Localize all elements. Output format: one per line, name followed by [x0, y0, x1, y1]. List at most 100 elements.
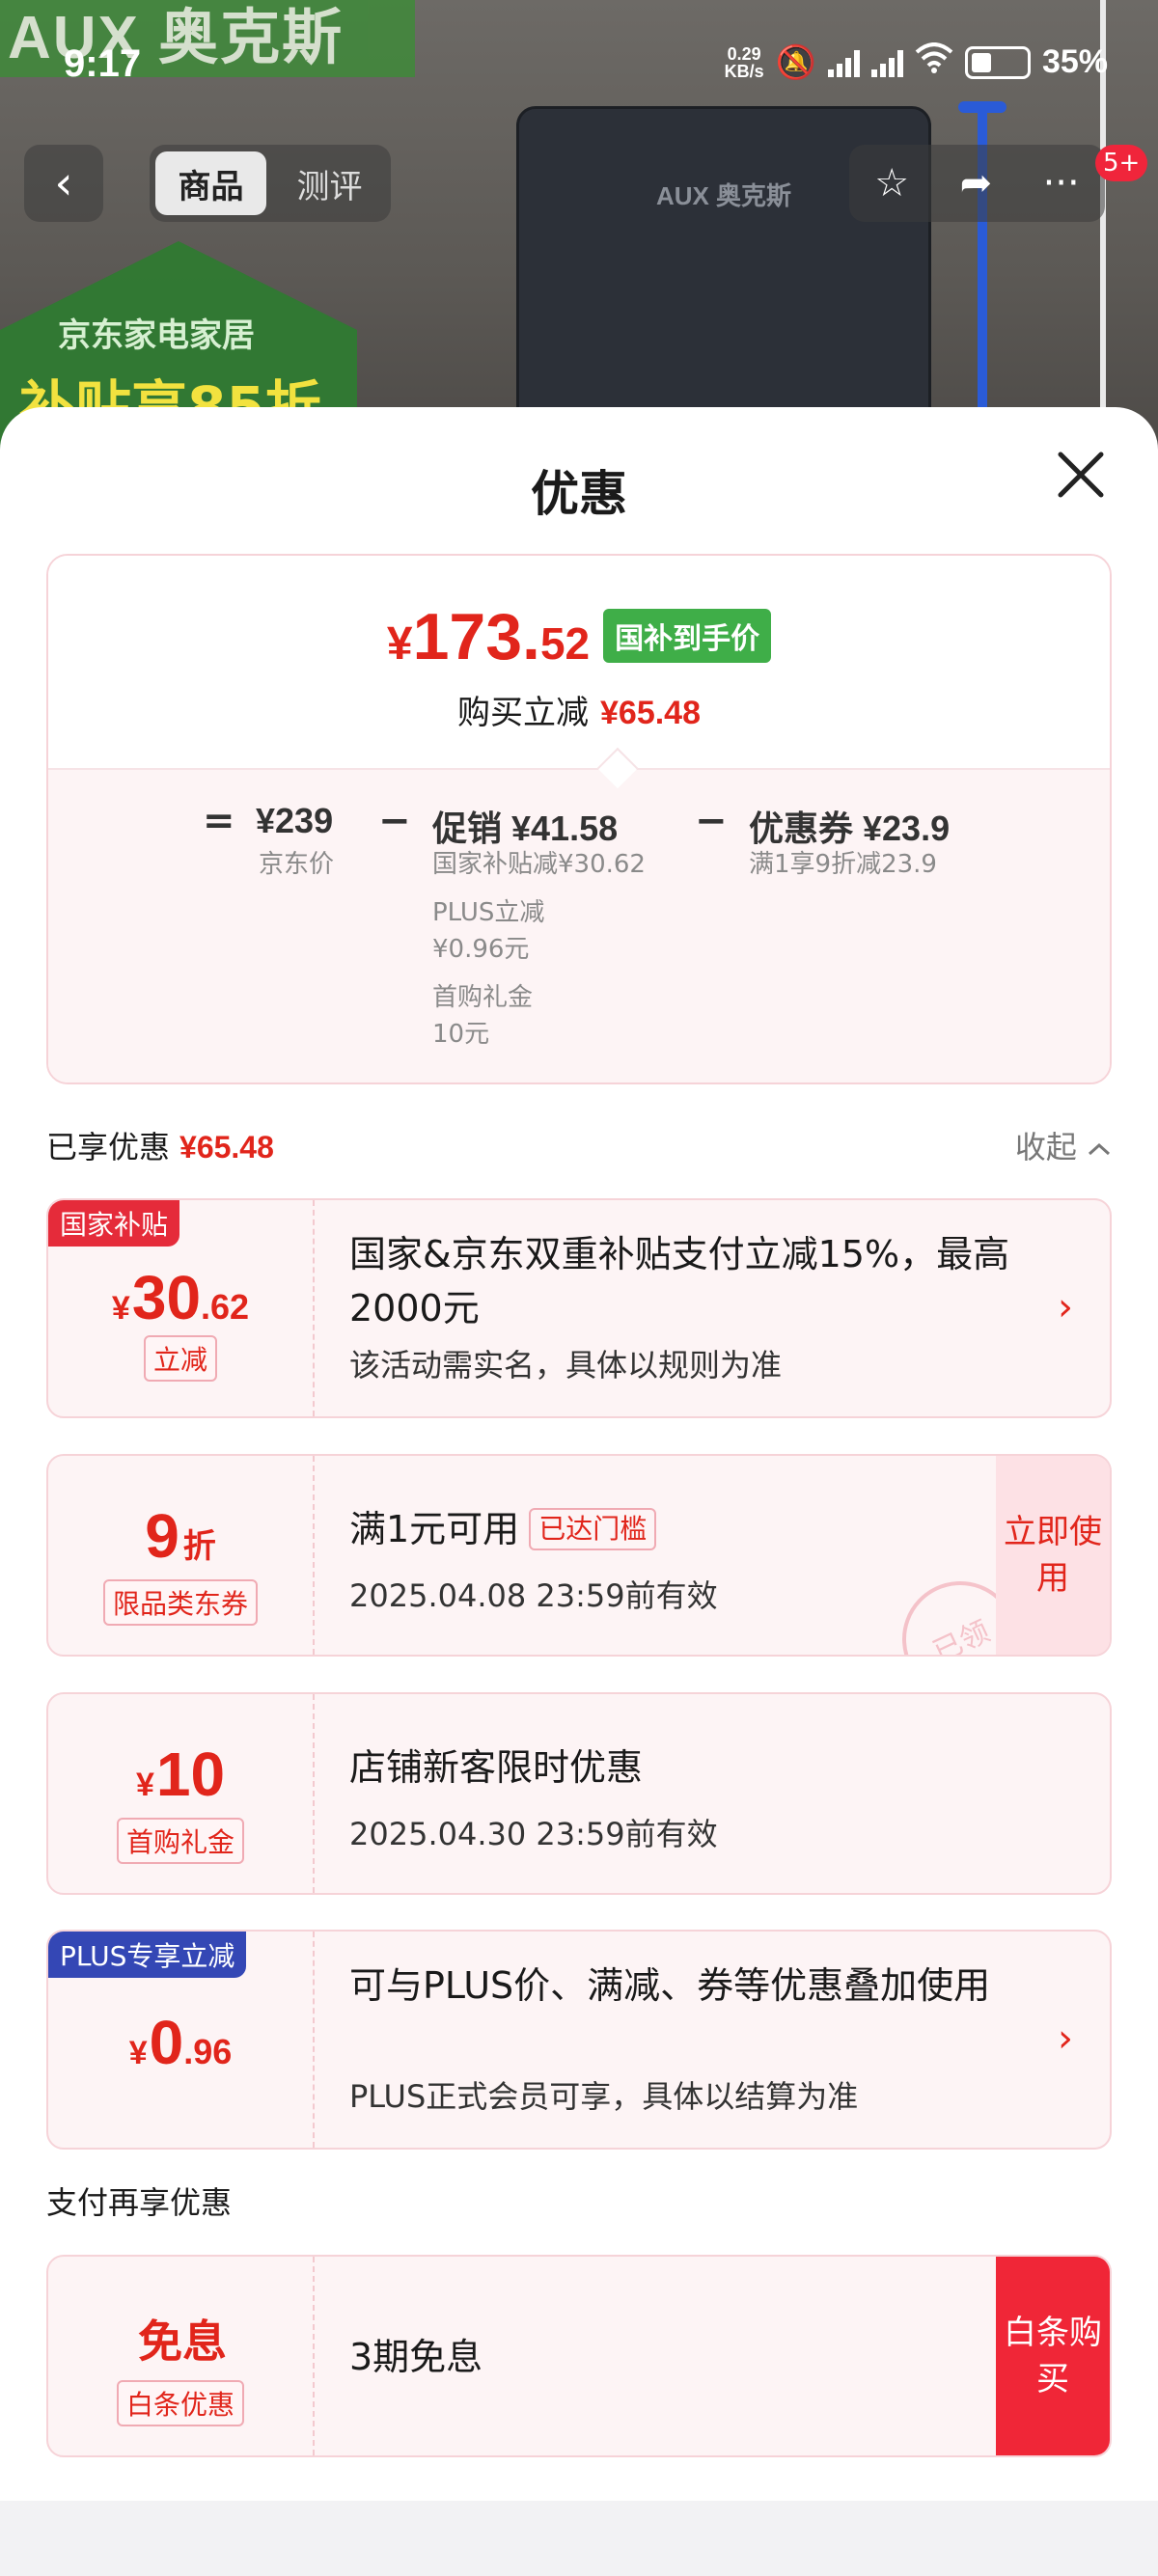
- message-badge: 5+: [1095, 145, 1148, 181]
- reduce-line: 购买立减 ¥65.48: [48, 686, 1110, 733]
- coupon-badge: 限品类东券: [48, 1579, 313, 1626]
- wifi-icon: [915, 42, 953, 82]
- interest-free-label: 免息: [138, 2316, 227, 2367]
- tab-product[interactable]: 商品: [155, 151, 266, 215]
- close-icon: [1058, 452, 1104, 498]
- minus-sign-2: −: [695, 799, 728, 843]
- coupon-currency: ¥: [111, 1290, 130, 1327]
- coupon-title-text: 满1元可用: [349, 1508, 520, 1550]
- back-button[interactable]: ‹: [24, 145, 103, 222]
- final-price: ¥ 173. 52: [387, 599, 590, 674]
- chevron-right-icon: ›: [1058, 1285, 1073, 1329]
- coupon-baitiao[interactable]: 免息 白条优惠 3期免息 白条购买: [46, 2255, 1112, 2457]
- coupon-unit: 折: [182, 1528, 216, 1565]
- nav-actions: ☆ ➦ ···: [849, 145, 1105, 222]
- coupon-desc: 2025.04.30 23:59前有效: [349, 1816, 718, 1852]
- price-summary-top: ¥ 173. 52 国补到手价 购买立减 ¥65.48: [48, 556, 1110, 768]
- price-breakdown: = ¥239 京东价 − 促销 ¥41.58 国家补贴减¥30.62 PLUS立…: [48, 768, 1110, 1082]
- jd-price: ¥239: [256, 801, 334, 840]
- status-time: 9:17: [64, 42, 142, 85]
- corner-tag-plus: PLUS专享立减: [48, 1932, 247, 1978]
- price-summary-card: ¥ 173. 52 国补到手价 购买立减 ¥65.48 = ¥239 京东价 − …: [46, 554, 1112, 1084]
- coupon-amount: ¥ 10: [48, 1739, 313, 1810]
- promo-line-subsidy: 国家补贴减¥30.62: [432, 850, 646, 879]
- coupon-badge: 首购礼金: [48, 1818, 313, 1864]
- star-icon[interactable]: ☆: [874, 161, 909, 206]
- coupon-national-subsidy[interactable]: ¥ 30 .62 立减 国家补贴 国家&京东双重补贴支付立减15%，最高2000…: [46, 1198, 1112, 1418]
- coupon-value: 优惠券 ¥23.9: [749, 808, 951, 848]
- close-button[interactable]: [1052, 451, 1110, 508]
- pay-section-heading: 支付再享优惠: [46, 2184, 233, 2221]
- use-now-button[interactable]: 立即使用: [996, 1456, 1110, 1655]
- corner-tag-subsidy: 国家补贴: [48, 1200, 180, 1247]
- coupon-title: 3期免息: [349, 2336, 483, 2378]
- coupon-plus[interactable]: ¥ 0 .96 PLUS专享立减 可与PLUS价、满减、券等优惠叠加使用 PLU…: [46, 1930, 1112, 2150]
- coupon-desc: 2025.04.08 23:59前有效: [349, 1577, 718, 1614]
- mute-icon: 🔕: [775, 43, 816, 81]
- minus-sign-1: −: [378, 799, 411, 843]
- discount-sheet: 优惠 ¥ 173. 52 国补到手价 购买立减 ¥65.48 = ¥239 京东价…: [0, 407, 1158, 2576]
- enjoyed-value: ¥65.48: [179, 1130, 274, 1165]
- coupon-line: 满1享9折减23.9: [749, 850, 937, 879]
- coupon-badge-text: 限品类东券: [102, 1579, 258, 1626]
- network-speed-value: 0.29: [727, 43, 761, 64]
- final-price-line: ¥ 173. 52 国补到手价: [48, 599, 1110, 674]
- enjoyed-heading: 已享优惠 ¥65.48: [46, 1123, 274, 1167]
- coupon-amount-area: 免息 白条优惠: [48, 2257, 315, 2455]
- price-decimal: 52: [539, 618, 591, 669]
- coupon-amount: 免息: [48, 2307, 313, 2370]
- price-currency: ¥: [386, 618, 413, 670]
- threshold-reached-tag: 已达门槛: [529, 1508, 657, 1550]
- coupon-integer: 0: [149, 2008, 184, 2077]
- chevron-up-icon: [1087, 1129, 1112, 1165]
- subsidy-price-tag: 国补到手价: [603, 609, 772, 663]
- coupon-title: 满1元可用 已达门槛: [349, 1502, 984, 1556]
- coupon-integer: 30: [131, 1263, 202, 1332]
- enjoyed-label: 已享优惠: [46, 1129, 171, 1165]
- promo-line-gift: 首购礼金: [432, 983, 534, 1012]
- equals-sign: =: [203, 799, 235, 843]
- reduce-value: ¥65.48: [600, 695, 701, 731]
- promo-line-plus: PLUS立减: [432, 898, 545, 927]
- coupon-discount[interactable]: 9 折 限品类东券 满1元可用 已达门槛 2025.04.08 23:59前有效 …: [46, 1454, 1112, 1657]
- coupon-decimal: .96: [183, 2032, 233, 2071]
- jd-price-label: 京东价: [259, 850, 335, 879]
- promo-line-plus-amount: ¥0.96元: [432, 935, 530, 964]
- coupon-amount: ¥ 0 .96: [48, 2007, 313, 2078]
- status-icons: 0.29 KB/s 🔕 35%: [725, 42, 1108, 82]
- coupon-first-purchase[interactable]: ¥ 10 首购礼金 店铺新客限时优惠 2025.04.30 23:59前有效: [46, 1692, 1112, 1895]
- coupon-title: 国家&京东双重补贴支付立减15%，最高2000元: [349, 1233, 1010, 1329]
- coupon-integer: 10: [155, 1740, 226, 1809]
- battery-icon: [964, 45, 1031, 79]
- status-bar: 9:17 0.29 KB/s 🔕 35%: [0, 0, 1158, 135]
- tab-review[interactable]: 测评: [274, 151, 385, 215]
- signal-icon: [827, 48, 860, 77]
- network-speed: 0.29 KB/s: [725, 45, 764, 80]
- promo-value: 促销 ¥41.58: [432, 808, 619, 848]
- price-integer: 173.: [412, 600, 540, 673]
- coupon-title: 店铺新客限时优惠: [349, 1746, 644, 1789]
- coupon-decimal: .62: [201, 1287, 250, 1327]
- coupon-desc: PLUS正式会员可享，具体以结算为准: [349, 2078, 859, 2115]
- collapse-label: 收起: [1014, 1129, 1077, 1165]
- nav-tabs: 商品 测评: [150, 145, 391, 222]
- coupon-badge: 白条优惠: [48, 2380, 313, 2426]
- coupon-desc: 该活动需实名，具体以规则为准: [349, 1347, 783, 1384]
- coupon-badge: 立减: [48, 1335, 313, 1382]
- network-speed-unit: KB/s: [724, 61, 764, 81]
- signal-icon-2: [870, 48, 903, 77]
- coupon-amount-area: ¥ 10 首购礼金: [48, 1694, 315, 1893]
- coupon-currency: ¥: [128, 2035, 148, 2071]
- baitiao-buy-button[interactable]: 白条购买: [996, 2257, 1110, 2455]
- coupon-amount: ¥ 30 .62: [48, 1262, 313, 1333]
- coupon-badge-text: 白条优惠: [116, 2380, 244, 2426]
- coupon-title: 可与PLUS价、满减、券等优惠叠加使用: [349, 1964, 991, 2007]
- coupon-badge-text: 首购礼金: [116, 1818, 244, 1864]
- collapse-button[interactable]: 收起: [1015, 1123, 1112, 1167]
- promo-house-text: 京东家电家居: [58, 316, 255, 355]
- sheet-title: 优惠: [531, 466, 627, 522]
- share-icon[interactable]: ➦: [960, 161, 993, 206]
- more-icon[interactable]: ···: [1043, 161, 1080, 206]
- coupon-integer: 9: [145, 1501, 179, 1571]
- coupon-amount-area: 9 折 限品类东券: [48, 1456, 315, 1655]
